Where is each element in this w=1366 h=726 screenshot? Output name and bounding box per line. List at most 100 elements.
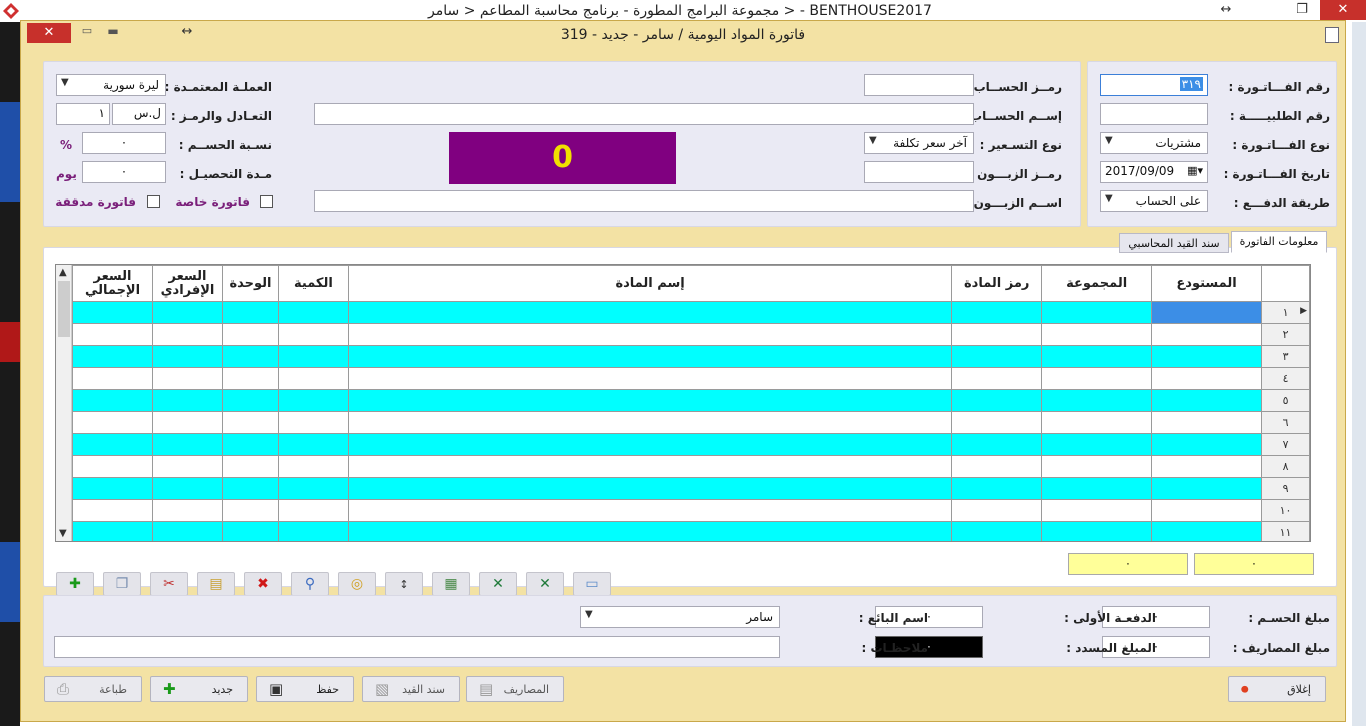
add-row-button[interactable]: ✚ <box>56 572 94 596</box>
grid-cell[interactable] <box>71 301 154 324</box>
window-move-icon[interactable]: ↔ <box>177 24 197 42</box>
open-folder-button[interactable]: ▭ <box>573 572 611 596</box>
table-row[interactable]: ٧ <box>71 433 1310 456</box>
grid-cell[interactable] <box>347 323 953 346</box>
grid-cell[interactable] <box>1151 389 1263 412</box>
search-button[interactable]: ⚲ <box>291 572 329 596</box>
row-number[interactable]: ٦ <box>1261 411 1310 434</box>
exchange-rate-field[interactable]: ١ <box>56 103 110 125</box>
window-maximize-icon[interactable]: ▬ <box>103 24 123 42</box>
grid-cell[interactable] <box>347 389 953 412</box>
grid-cell[interactable] <box>71 521 154 541</box>
calendar-icon[interactable]: ▦▾ <box>1187 164 1203 177</box>
grid-cell[interactable] <box>277 411 349 434</box>
row-number[interactable]: ٢ <box>1261 323 1310 346</box>
grid-cell[interactable] <box>221 301 279 324</box>
grid-cell[interactable] <box>277 455 349 478</box>
grid-cell[interactable] <box>277 499 349 522</box>
new-button[interactable]: جديد ✚ <box>150 676 248 702</box>
tab-invoice-info[interactable]: معلومات الفاتورة <box>1231 231 1327 253</box>
grid-cell[interactable] <box>221 367 279 390</box>
grid-cell[interactable] <box>152 499 223 522</box>
sort-button[interactable]: ↕ <box>385 572 423 596</box>
grid-cell[interactable] <box>221 323 279 346</box>
table-row[interactable]: ١١ <box>71 521 1310 541</box>
grid-cell[interactable] <box>71 389 154 412</box>
grid-cell[interactable] <box>347 433 953 456</box>
account-name-field[interactable] <box>314 103 974 125</box>
pricing-type-select[interactable]: ▼ آخر سعر تكلفة <box>864 132 974 154</box>
grid-cell[interactable] <box>1151 411 1263 434</box>
invoice-date-picker[interactable]: 2017/09/09 ▦▾ <box>1100 161 1208 183</box>
grid-cell[interactable] <box>221 521 279 541</box>
coins-button[interactable]: ◎ <box>338 572 376 596</box>
window-close-button[interactable]: ✕ <box>27 23 71 43</box>
grid-cell[interactable] <box>1041 521 1153 541</box>
grid-cell[interactable] <box>1041 389 1153 412</box>
grid-cell[interactable] <box>152 477 223 500</box>
col-header-warehouse[interactable]: المستودع <box>1151 265 1263 302</box>
table-row[interactable]: ٨ <box>71 455 1310 478</box>
expenses-button[interactable]: المصاريف ▤ <box>466 676 564 702</box>
grid-scrollbar[interactable]: ▲ ▼ <box>56 265 72 541</box>
customer-name-field[interactable] <box>314 190 974 212</box>
calculator-button[interactable]: ▦ <box>432 572 470 596</box>
grid-cell[interactable] <box>71 323 154 346</box>
row-number[interactable]: ▶ ١ <box>1261 301 1310 324</box>
grid-cell[interactable] <box>152 301 223 324</box>
grid-cell[interactable] <box>1041 477 1153 500</box>
grid-cell[interactable] <box>152 389 223 412</box>
grid-cell[interactable] <box>152 323 223 346</box>
grid-cell[interactable] <box>71 455 154 478</box>
grid-cell[interactable] <box>221 389 279 412</box>
table-row[interactable]: ٢ <box>71 323 1310 346</box>
grid-cell[interactable] <box>951 477 1043 500</box>
table-row[interactable]: ٦ <box>71 411 1310 434</box>
copy-button[interactable]: ❐ <box>103 572 141 596</box>
grid-cell[interactable] <box>1151 477 1263 500</box>
cut-button[interactable]: ✂ <box>150 572 188 596</box>
payment-method-select[interactable]: ▼ على الحساب <box>1100 190 1208 212</box>
grid-cell[interactable] <box>951 455 1043 478</box>
grid-cell[interactable] <box>1041 411 1153 434</box>
grid-cell[interactable] <box>347 455 953 478</box>
grid-cell[interactable] <box>951 301 1043 324</box>
window-minimize-icon[interactable]: ▭ <box>77 24 97 42</box>
grid-cell[interactable] <box>277 301 349 324</box>
grid-cell[interactable] <box>71 345 154 368</box>
grid-cell[interactable] <box>347 477 953 500</box>
grid-cell[interactable] <box>221 499 279 522</box>
table-row[interactable]: ٩ <box>71 477 1310 500</box>
grid-cell[interactable] <box>152 455 223 478</box>
col-header-item-name[interactable]: إسم المادة <box>347 265 953 302</box>
grid-cell[interactable] <box>1151 367 1263 390</box>
print-button[interactable]: طباعة ⎙ <box>44 676 142 702</box>
grid-cell[interactable] <box>1151 433 1263 456</box>
col-header-group[interactable]: المجموعة <box>1041 265 1153 302</box>
table-row[interactable]: ٤ <box>71 367 1310 390</box>
col-header-item-code[interactable]: رمز المادة <box>951 265 1043 302</box>
grid-cell[interactable] <box>1041 433 1153 456</box>
app-restore-icon[interactable]: ❐ <box>1284 0 1320 20</box>
grid-cell[interactable] <box>1041 367 1153 390</box>
grid-cell[interactable] <box>71 477 154 500</box>
grid-cell[interactable] <box>1151 345 1263 368</box>
grid-cell[interactable] <box>152 345 223 368</box>
grid-cell[interactable] <box>1151 301 1263 324</box>
invoice-type-select[interactable]: ▼ مشتريات <box>1100 132 1208 154</box>
collection-days-field[interactable]: ٠ <box>82 161 166 183</box>
grid-cell[interactable] <box>347 521 953 541</box>
grid-cell[interactable] <box>71 433 154 456</box>
grid-cell[interactable] <box>221 477 279 500</box>
discount-pct-field[interactable]: ٠ <box>82 132 166 154</box>
table-row[interactable]: ٣ <box>71 345 1310 368</box>
grid-cell[interactable] <box>1041 345 1153 368</box>
tab-journal-entry[interactable]: سند القيد المحاسبي <box>1119 233 1229 253</box>
grid-cell[interactable] <box>951 345 1043 368</box>
order-no-field[interactable] <box>1100 103 1208 125</box>
grid-cell[interactable] <box>277 323 349 346</box>
grid-cell[interactable] <box>277 521 349 541</box>
grid-cell[interactable] <box>71 367 154 390</box>
grid-cell[interactable] <box>71 411 154 434</box>
grid-cell[interactable] <box>1151 323 1263 346</box>
